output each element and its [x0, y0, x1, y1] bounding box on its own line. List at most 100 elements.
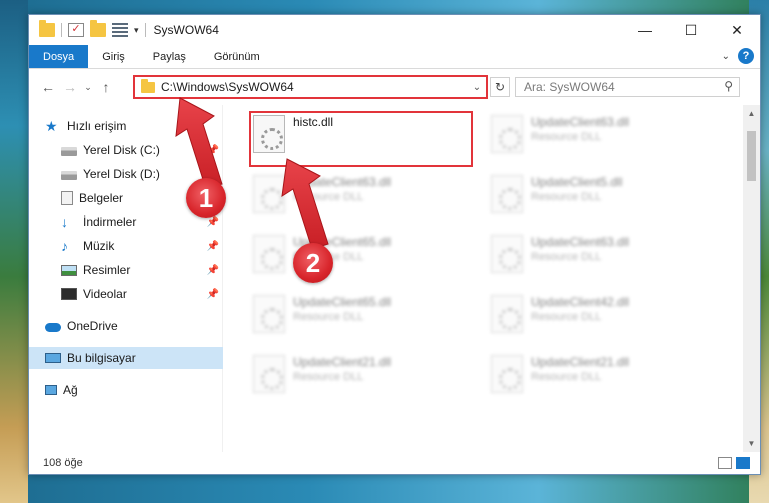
file-description: Resource DLL	[531, 311, 602, 323]
file-description: Resource DLL	[531, 371, 602, 383]
dll-file-icon	[253, 175, 285, 213]
file-item[interactable]: UpdateClient65.dll Resource DLL	[243, 291, 463, 343]
pin-icon[interactable]: 📌	[207, 265, 219, 276]
sidebar-item-videos[interactable]: Videolar 📌	[29, 283, 223, 305]
vertical-scrollbar[interactable]: ▲ ▼	[743, 105, 760, 452]
scroll-up-icon[interactable]: ▲	[743, 105, 760, 122]
file-name: UpdateClient42.dll	[531, 295, 630, 309]
search-placeholder: Ara: SysWOW64	[524, 80, 615, 94]
file-description: Resource DLL	[293, 311, 364, 323]
videos-icon	[61, 288, 77, 300]
file-item[interactable]: UpdateClient63.dll Resource DLL	[481, 111, 701, 163]
file-item[interactable]: UpdateClient21.dll Resource DLL	[481, 351, 701, 403]
back-arrow-icon[interactable]: ←	[37, 79, 59, 95]
scroll-thumb[interactable]	[747, 131, 756, 181]
refresh-button[interactable]: ↻	[490, 77, 510, 97]
file-description: Resource DLL	[531, 131, 602, 143]
file-name: UpdateClient5.dll	[531, 175, 623, 189]
close-button[interactable]: ✕	[714, 15, 760, 45]
pin-icon[interactable]: 📌	[207, 145, 219, 156]
tab-home[interactable]: Giriş	[88, 45, 139, 68]
dll-file-icon	[253, 355, 285, 393]
expand-ribbon-icon[interactable]: ⌄	[722, 51, 730, 62]
navigation-bar: ← → ⌄ ↑ C:\Windows\SysWOW64 ⌄ ↻ Ara: Sys…	[29, 69, 760, 105]
drive-icon	[61, 171, 77, 180]
sidebar-item-label: Yerel Disk (D:)	[83, 167, 160, 181]
sidebar-item-onedrive[interactable]: OneDrive	[29, 315, 223, 337]
large-icons-view-icon[interactable]	[736, 457, 750, 469]
toolbar-separator	[61, 23, 62, 37]
file-explorer-window: ✓ ▾ SysWOW64 — ☐ ✕ Dosya Giriş Paylaş Gö…	[28, 14, 761, 475]
pin-icon[interactable]: 📌	[207, 241, 219, 252]
this-pc-icon	[45, 353, 61, 363]
ribbon-tabs: Dosya Giriş Paylaş Görünüm ⌄ ?	[29, 45, 760, 69]
dll-file-icon	[491, 175, 523, 213]
file-item[interactable]: UpdateClient42.dll Resource DLL	[481, 291, 701, 343]
up-arrow-icon[interactable]: ↑	[95, 79, 117, 95]
dll-file-icon	[253, 295, 285, 333]
folder-icon	[141, 78, 155, 93]
sidebar-item-music[interactable]: ♪ Müzik 📌	[29, 235, 223, 257]
pin-icon[interactable]: 📌	[207, 217, 219, 228]
address-dropdown-icon[interactable]: ⌄	[468, 82, 486, 93]
tab-share[interactable]: Paylaş	[139, 45, 200, 68]
sidebar-item-label: Müzik	[83, 239, 115, 253]
dll-file-icon	[491, 355, 523, 393]
sidebar-item-quick-access[interactable]: ★ Hızlı erişim	[29, 115, 223, 137]
maximize-button[interactable]: ☐	[668, 15, 714, 45]
navigation-pane: ★ Hızlı erişim Yerel Disk (C:) 📌 Yerel D…	[29, 105, 223, 452]
item-count: 108 öğe	[43, 457, 83, 469]
downloads-icon: ↓	[61, 214, 68, 230]
search-input[interactable]: Ara: SysWOW64 ⚲	[515, 77, 740, 97]
recent-locations-icon[interactable]: ⌄	[81, 82, 95, 93]
scroll-down-icon[interactable]: ▼	[743, 435, 760, 452]
properties-check-icon[interactable]: ✓	[68, 23, 84, 37]
star-icon: ★	[45, 118, 58, 134]
customize-icon[interactable]	[112, 23, 128, 37]
new-folder-icon[interactable]	[90, 20, 106, 37]
sidebar-item-network[interactable]: Ağ	[29, 379, 223, 401]
quick-access-toolbar: ✓ ▾	[29, 20, 146, 37]
forward-arrow-icon[interactable]: →	[59, 79, 81, 95]
address-bar[interactable]: C:\Windows\SysWOW64 ⌄	[133, 75, 488, 99]
sidebar-item-pictures[interactable]: Resimler 📌	[29, 259, 223, 281]
pin-icon[interactable]: 📌	[207, 289, 219, 300]
window-controls: — ☐ ✕	[622, 15, 760, 45]
onedrive-icon	[45, 323, 61, 332]
file-name: UpdateClient63.dll	[531, 235, 630, 249]
file-item[interactable]: UpdateClient21.dll Resource DLL	[243, 351, 463, 403]
sidebar-item-label: İndirmeler	[83, 215, 137, 229]
sidebar-item-label: Yerel Disk (C:)	[83, 143, 160, 157]
tab-file[interactable]: Dosya	[29, 45, 89, 68]
view-toggle	[718, 457, 750, 469]
window-title: SysWOW64	[153, 23, 219, 37]
step-1-badge: 1	[186, 178, 226, 218]
folder-icon[interactable]	[39, 20, 55, 37]
search-icon[interactable]: ⚲	[724, 79, 733, 93]
dll-file-icon	[491, 115, 523, 153]
title-bar: ✓ ▾ SysWOW64 — ☐ ✕	[29, 15, 760, 45]
pictures-icon	[61, 264, 77, 276]
help-icon[interactable]: ?	[738, 48, 754, 64]
music-icon: ♪	[61, 238, 68, 254]
sidebar-item-this-pc[interactable]: Bu bilgisayar	[29, 347, 223, 369]
highlight-box-file	[249, 111, 473, 167]
file-description: Resource DLL	[531, 251, 602, 263]
step-2-badge: 2	[293, 243, 333, 283]
file-item[interactable]: UpdateClient5.dll Resource DLL	[481, 171, 701, 223]
quick-access-dropdown-icon[interactable]: ▾	[134, 25, 139, 36]
toolbar-separator	[144, 23, 146, 37]
details-view-icon[interactable]	[718, 457, 732, 469]
file-name: UpdateClient65.dll	[293, 295, 392, 309]
minimize-button[interactable]: —	[622, 15, 668, 45]
tab-view[interactable]: Görünüm	[200, 45, 274, 68]
documents-icon	[61, 191, 73, 205]
sidebar-item-label: Hızlı erişim	[67, 119, 127, 133]
file-item[interactable]: UpdateClient65.dll Resource DLL	[243, 231, 463, 283]
file-item[interactable]: UpdateClient63.dll Resource DLL	[243, 171, 463, 223]
file-item[interactable]: UpdateClient63.dll Resource DLL	[481, 231, 701, 283]
sidebar-item-label: Resimler	[83, 263, 131, 277]
sidebar-item-label: Ağ	[63, 383, 78, 397]
sidebar-item-local-disk-c[interactable]: Yerel Disk (C:) 📌	[29, 139, 223, 161]
address-path[interactable]: C:\Windows\SysWOW64	[161, 80, 468, 94]
